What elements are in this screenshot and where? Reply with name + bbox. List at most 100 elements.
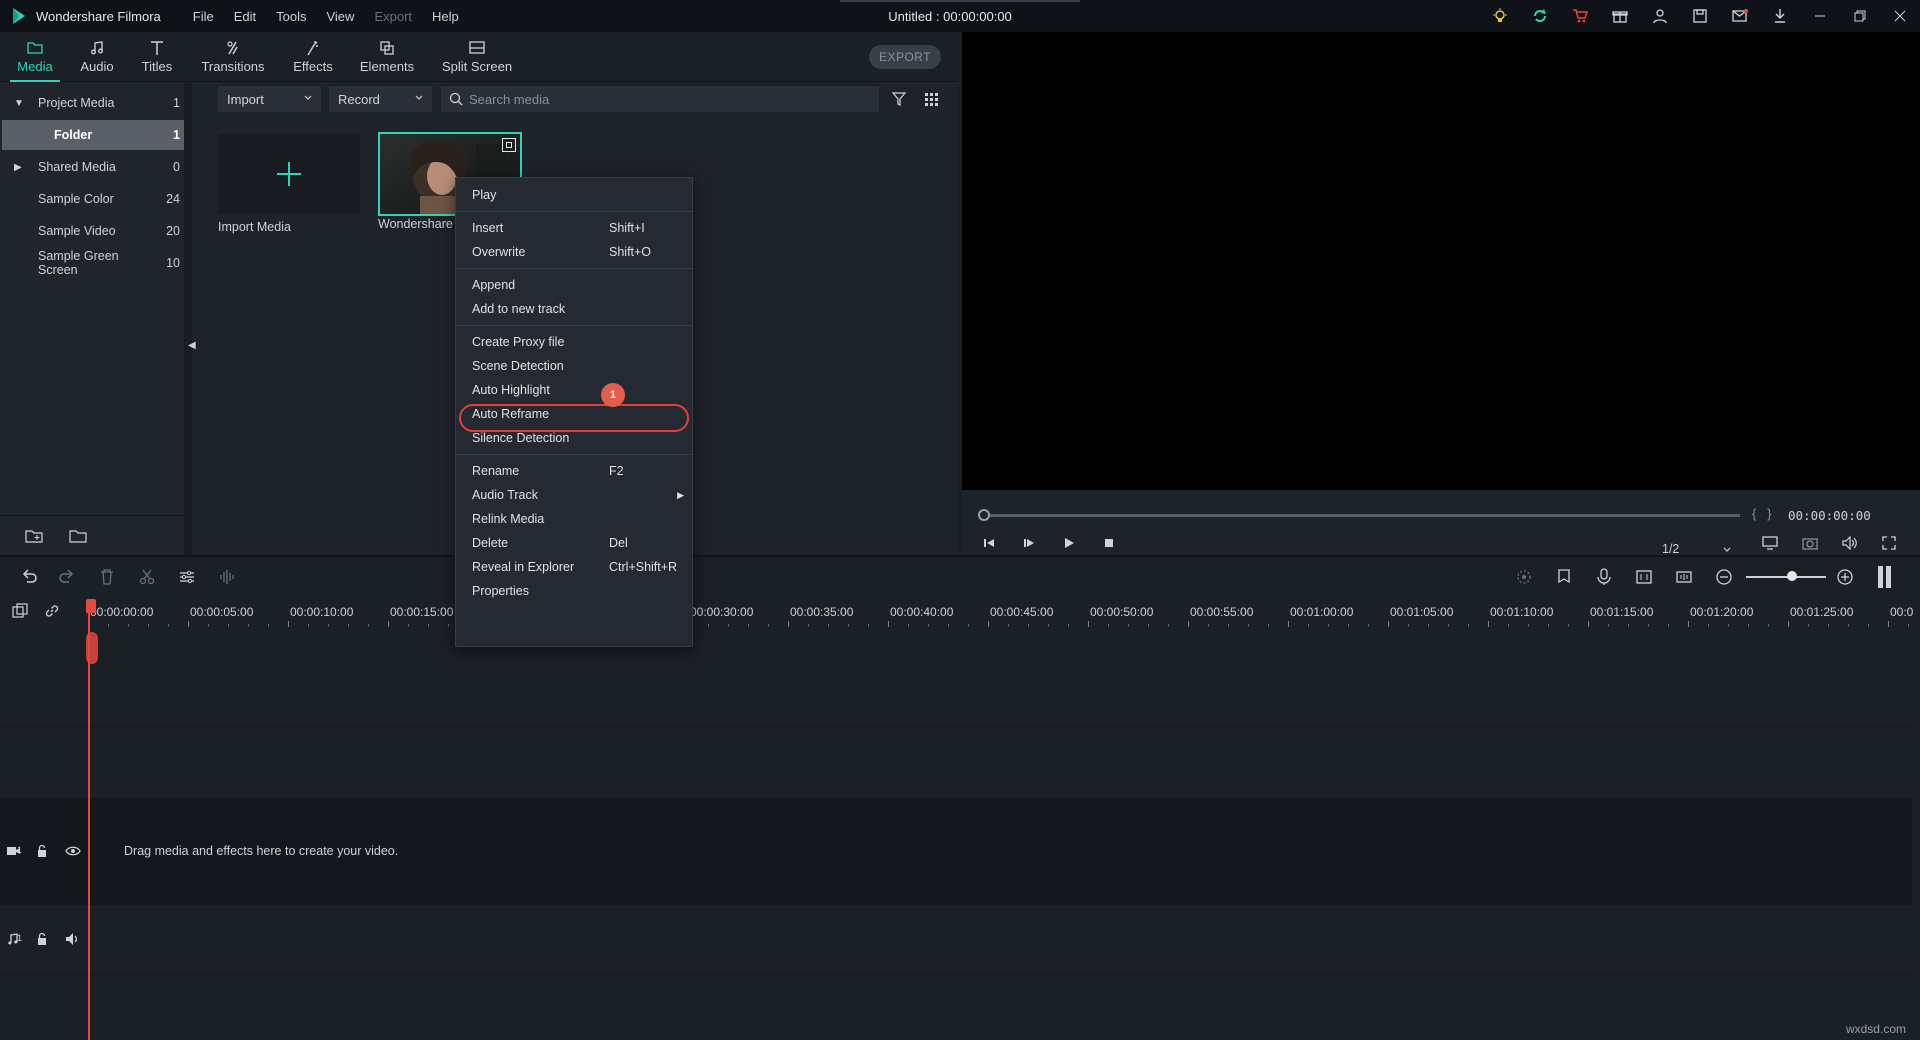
preview-scrub-track[interactable]	[984, 514, 1740, 517]
menu-item-auto-highlight[interactable]: Auto Highlight	[456, 378, 692, 402]
new-folder-icon[interactable]	[24, 527, 44, 545]
search-placeholder: Search media	[469, 92, 549, 107]
import-media-thumb[interactable]	[218, 134, 360, 214]
menu-item-shortcut: Shift+O	[609, 245, 651, 259]
menu-item-scene-detection[interactable]: Scene Detection	[456, 354, 692, 378]
audio-track-1[interactable]: 1	[0, 905, 1912, 975]
menu-item-delete[interactable]: DeleteDel	[456, 531, 692, 555]
menu-item-audio-track[interactable]: Audio Track▶	[456, 483, 692, 507]
marker-icon[interactable]	[1555, 568, 1573, 586]
menu-file[interactable]: File	[193, 9, 214, 24]
volume-icon[interactable]	[1842, 536, 1858, 550]
lock-icon[interactable]	[34, 844, 50, 858]
speaker-icon[interactable]	[65, 932, 81, 946]
menu-item-properties[interactable]: Properties	[456, 579, 692, 603]
restore-icon[interactable]	[1840, 0, 1880, 32]
collapse-sidebar-icon[interactable]: ◀	[188, 340, 196, 351]
download-icon[interactable]	[1760, 0, 1800, 32]
lock-icon[interactable]	[34, 932, 50, 946]
tab-elements[interactable]: Elements	[357, 32, 417, 82]
menu-edit[interactable]: Edit	[234, 9, 256, 24]
tab-media[interactable]: Media	[10, 32, 60, 82]
menu-item-label: Audio Track	[472, 488, 538, 502]
timeline-layout-icon[interactable]	[1878, 566, 1892, 588]
audio-mixer-icon[interactable]	[1635, 568, 1653, 586]
menu-export[interactable]: Export	[374, 9, 412, 24]
eye-icon[interactable]	[65, 844, 81, 858]
bulb-icon[interactable]	[1480, 0, 1520, 32]
sidebar-item-count: 1	[158, 96, 180, 110]
ruler-tick-label: 00:01:20:00	[1690, 605, 1753, 619]
play-frame-icon[interactable]	[1022, 536, 1036, 550]
delete-icon[interactable]	[98, 568, 116, 586]
menu-tools[interactable]: Tools	[276, 9, 306, 24]
minimize-icon[interactable]	[1800, 0, 1840, 32]
menu-item-reveal-in-explorer[interactable]: Reveal in ExplorerCtrl+Shift+R	[456, 555, 692, 579]
ruler-tick-label: 00:01:00:00	[1290, 605, 1353, 619]
search-input[interactable]: Search media	[441, 86, 879, 112]
gift-icon[interactable]	[1600, 0, 1640, 32]
microphone-icon[interactable]	[1595, 568, 1613, 586]
fullscreen-icon[interactable]	[1882, 536, 1896, 550]
audio-waveform-icon[interactable]	[218, 568, 236, 586]
zoom-slider-track[interactable]	[1746, 576, 1826, 578]
menu-view[interactable]: View	[326, 9, 354, 24]
menu-item-append[interactable]: Append	[456, 273, 692, 297]
play-icon[interactable]	[1062, 536, 1076, 550]
zoom-slider-handle[interactable]	[1787, 571, 1797, 581]
adjust-icon[interactable]	[178, 568, 196, 586]
tab-audio[interactable]: Audio	[72, 32, 122, 82]
video-track-1[interactable]: 1 Drag media and effects here to create …	[0, 797, 1912, 905]
mark-in-out-brackets[interactable]: { }	[1752, 506, 1772, 521]
sidebar-item-sample-video[interactable]: Sample Video 20	[2, 216, 184, 246]
previous-frame-icon[interactable]	[982, 536, 996, 550]
stop-icon[interactable]	[1102, 536, 1116, 550]
menu-item-rename[interactable]: RenameF2	[456, 459, 692, 483]
menu-item-create-proxy-file[interactable]: Create Proxy file	[456, 330, 692, 354]
save-icon[interactable]	[1680, 0, 1720, 32]
tab-split-screen[interactable]: Split Screen	[440, 32, 514, 82]
display-settings-icon[interactable]	[1762, 536, 1778, 550]
cart-icon[interactable]	[1560, 0, 1600, 32]
render-icon[interactable]	[1515, 568, 1533, 586]
add-track-icon[interactable]	[12, 603, 28, 619]
zoom-in-icon[interactable]	[1836, 568, 1854, 586]
menu-item-add-to-new-track[interactable]: Add to new track	[456, 297, 692, 321]
folder-icon[interactable]	[68, 527, 88, 545]
timeline-ruler[interactable]: 00:00:00:0000:00:05:0000:00:10:0000:00:1…	[0, 597, 1920, 627]
cut-icon[interactable]	[138, 568, 156, 586]
menu-item-overwrite[interactable]: OverwriteShift+O	[456, 240, 692, 264]
account-icon[interactable]	[1640, 0, 1680, 32]
zoom-out-icon[interactable]	[1715, 568, 1733, 586]
sidebar-item-label: Sample Color	[38, 192, 158, 206]
sidebar-item-folder[interactable]: Folder 1	[2, 120, 184, 150]
menu-item-label: Rename	[472, 464, 519, 478]
snapshot-icon[interactable]	[1802, 536, 1818, 550]
menu-help[interactable]: Help	[432, 9, 459, 24]
filter-icon[interactable]	[891, 91, 907, 107]
import-dropdown[interactable]: Import	[218, 86, 321, 112]
close-icon[interactable]	[1880, 0, 1920, 32]
undo-icon[interactable]	[20, 568, 38, 586]
playhead-handle[interactable]	[86, 632, 98, 664]
redo-icon[interactable]	[58, 568, 76, 586]
export-button[interactable]: EXPORT	[869, 45, 941, 69]
sidebar-item-sample-color[interactable]: Sample Color 24	[2, 184, 184, 214]
menu-item-insert[interactable]: InsertShift+I	[456, 216, 692, 240]
tab-titles[interactable]: Titles	[132, 32, 182, 82]
sidebar-item-project-media[interactable]: ▼ Project Media 1	[2, 88, 184, 118]
record-dropdown[interactable]: Record	[329, 86, 432, 112]
sidebar-item-sample-green-screen[interactable]: Sample Green Screen 10	[2, 248, 184, 278]
voiceover-icon[interactable]	[1675, 568, 1693, 586]
menu-item-play[interactable]: Play	[456, 183, 692, 207]
mail-icon[interactable]	[1720, 0, 1760, 32]
link-icon[interactable]	[44, 603, 60, 619]
tab-transitions[interactable]: Transitions	[198, 32, 268, 82]
menu-item-relink-media[interactable]: Relink Media	[456, 507, 692, 531]
sync-icon[interactable]	[1520, 0, 1560, 32]
playhead-line[interactable]	[88, 599, 90, 1040]
grid-view-icon[interactable]	[923, 91, 939, 107]
tab-effects[interactable]: Effects	[288, 32, 338, 82]
sidebar-item-shared-media[interactable]: ▶ Shared Media 0	[2, 152, 184, 182]
preview-scrub-handle[interactable]	[978, 509, 990, 521]
